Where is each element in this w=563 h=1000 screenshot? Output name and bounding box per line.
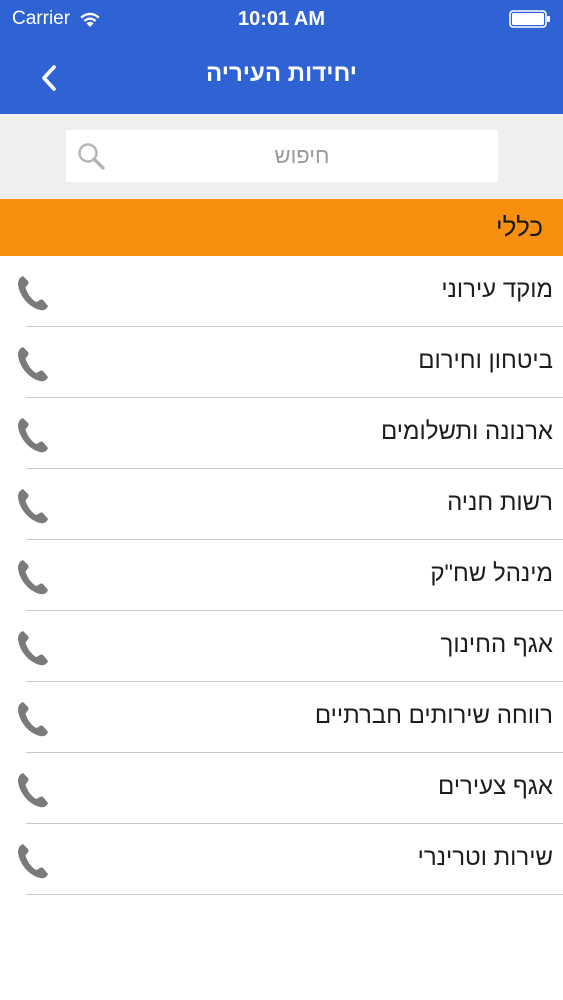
search-box[interactable] xyxy=(66,130,498,182)
list-item-label: רשות חניה xyxy=(447,489,553,516)
section-title: כללי xyxy=(495,212,543,242)
list-item[interactable]: ביטחון וחירום xyxy=(0,327,563,398)
page-title: יחידות העיריה xyxy=(205,60,358,87)
status-bar: Carrier 10:01 AM xyxy=(0,0,563,40)
search-input[interactable] xyxy=(116,130,488,182)
phone-icon[interactable] xyxy=(16,700,50,738)
section-header: כללי xyxy=(0,199,563,256)
app-screen: Carrier 10:01 AM יחידות העיריה חיפוש כלל… xyxy=(0,0,563,1000)
phone-icon[interactable] xyxy=(16,842,50,880)
phone-icon[interactable] xyxy=(16,558,50,596)
divider xyxy=(26,894,563,895)
list-item[interactable]: אגף החינוך xyxy=(0,611,563,682)
phone-icon[interactable] xyxy=(16,345,50,383)
nav-bar: יחידות העיריה xyxy=(0,40,563,114)
list-item[interactable]: מינהל שח"ק xyxy=(0,540,563,611)
list-item[interactable]: רשות חניה xyxy=(0,469,563,540)
header: Carrier 10:01 AM יחידות העיריה xyxy=(0,0,563,114)
list-item-label: ארנונה ותשלומים xyxy=(380,418,553,445)
phone-icon[interactable] xyxy=(16,274,50,312)
list-item[interactable]: רווחה שירותים חברתיים xyxy=(0,682,563,753)
status-time: 10:01 AM xyxy=(237,8,326,30)
list-item[interactable]: ארנונה ותשלומים xyxy=(0,398,563,469)
battery-icon xyxy=(509,10,550,28)
list-item-label: ביטחון וחירום xyxy=(418,347,553,374)
phone-icon[interactable] xyxy=(16,487,50,525)
search-area xyxy=(0,114,563,199)
list-item-label: מוקד עירוני xyxy=(441,276,553,303)
units-list: מוקד עירוני ביטחון וחירום ארנונה ותשלומי… xyxy=(0,256,563,895)
list-item-label: אגף החינוך xyxy=(440,631,553,658)
list-item[interactable]: אגף צעירים xyxy=(0,753,563,824)
list-item[interactable]: מוקד עירוני xyxy=(0,256,563,327)
list-item-label: רווחה שירותים חברתיים xyxy=(314,702,553,729)
list-item-label: שירות וטרינרי xyxy=(417,844,553,871)
list-item-label: אגף צעירים xyxy=(438,773,553,800)
search-icon xyxy=(78,143,105,170)
phone-icon[interactable] xyxy=(16,416,50,454)
phone-icon[interactable] xyxy=(16,771,50,809)
phone-icon[interactable] xyxy=(16,629,50,667)
list-item[interactable]: שירות וטרינרי xyxy=(0,824,563,895)
list-item-label: מינהל שח"ק xyxy=(430,560,553,587)
